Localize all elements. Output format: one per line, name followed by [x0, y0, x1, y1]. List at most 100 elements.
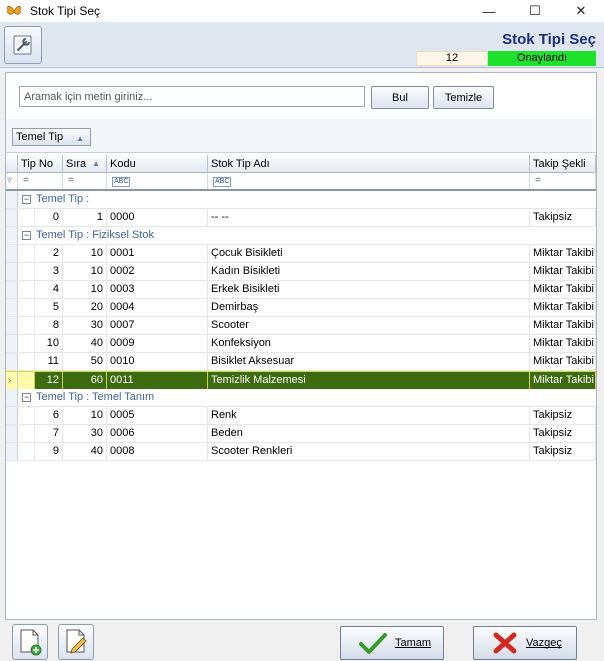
group-indent — [18, 372, 35, 389]
cancel-button[interactable]: Vazgeç — [473, 626, 577, 660]
filter-tip-no[interactable]: = — [18, 173, 63, 189]
search-input[interactable] — [19, 86, 365, 107]
cell-tip-no: 4 — [35, 281, 63, 298]
table-row[interactable]: 4 10 0003 Erkek Bisikleti Miktar Takibi — [6, 281, 596, 299]
cell-sira: 10 — [63, 281, 107, 298]
row-indicator — [6, 299, 18, 316]
group-indent — [18, 317, 35, 334]
group-indent — [18, 425, 35, 442]
cell-stok-tip-adi: Kadın Bisikleti — [208, 263, 530, 280]
current-row-arrow-icon: › — [8, 375, 12, 386]
table-row[interactable]: 9 40 0008 Scooter Renkleri Takipsiz — [6, 443, 596, 461]
cell-tip-no: 11 — [35, 353, 63, 370]
table-row[interactable]: 0 1 0000 -- -- Takipsiz — [6, 209, 596, 227]
cancel-label: Vazgeç — [526, 637, 562, 649]
clear-button[interactable]: Temizle — [433, 86, 494, 109]
table-row-selected[interactable]: › 12 60 0011 Temizlik Malzemesi Miktar Takibi — [6, 371, 596, 389]
cell-takip-sekli: Miktar Takibi — [530, 299, 596, 316]
group-row[interactable]: − Temel Tip : — [6, 191, 596, 209]
cell-kodu: 0001 — [107, 245, 208, 262]
close-button[interactable]: ✕ — [558, 0, 604, 22]
collapse-icon[interactable]: − — [22, 195, 31, 204]
collapse-icon[interactable]: − — [22, 231, 31, 240]
cell-sira: 1 — [63, 209, 107, 226]
cell-tip-no: 10 — [35, 335, 63, 352]
maximize-button[interactable]: ☐ — [512, 0, 558, 22]
filter-takip-sekli[interactable]: = — [530, 173, 596, 189]
row-indicator — [6, 209, 18, 226]
group-row[interactable]: − Temel Tip : Temel Tanım — [6, 389, 596, 407]
cell-takip-sekli: Takipsiz — [530, 209, 596, 226]
window-title: Stok Tipi Seç — [30, 4, 101, 18]
table-row[interactable]: 11 50 0010 Bisiklet Aksesuar Miktar Takibi — [6, 353, 596, 371]
row-indicator: › — [6, 372, 18, 389]
row-indicator — [6, 317, 18, 334]
cell-stok-tip-adi: Scooter Renkleri — [208, 443, 530, 460]
minimize-button[interactable]: — — [466, 0, 512, 22]
group-indent — [18, 281, 35, 298]
column-header-stok-tip-adi[interactable]: Stok Tip Adı — [208, 155, 530, 173]
table-row[interactable]: 2 10 0001 Çocuk Bisikleti Miktar Takibi — [6, 245, 596, 263]
row-indicator — [6, 227, 18, 244]
table-row[interactable]: 10 40 0009 Konfeksiyon Miktar Takibi — [6, 335, 596, 353]
content-panel: Bul Temizle Temel Tip ▲ Tip No Sıra ▲ Ko… — [5, 72, 597, 620]
group-indent — [18, 263, 35, 280]
group-by-chip[interactable]: Temel Tip ▲ — [12, 128, 91, 146]
cell-sira: 20 — [63, 299, 107, 316]
cell-tip-no: 5 — [35, 299, 63, 316]
form-header: Stok Tipi Seç 12 Onaylandı — [0, 22, 604, 68]
new-document-icon — [20, 629, 42, 656]
cell-stok-tip-adi: Erkek Bisikleti — [208, 281, 530, 298]
ok-button[interactable]: Tamam — [340, 626, 444, 660]
table-row[interactable]: 6 10 0005 Renk Takipsiz — [6, 407, 596, 425]
cell-sira: 30 — [63, 317, 107, 334]
grid-rows: − Temel Tip :0 1 0000 -- -- Takipsiz − Temel Ti… — [6, 191, 596, 461]
tools-button[interactable] — [4, 26, 42, 64]
sort-asc-icon: ▲ — [76, 134, 84, 143]
group-indent — [18, 353, 35, 370]
column-header-sira[interactable]: Sıra ▲ — [63, 155, 107, 173]
collapse-icon[interactable]: − — [22, 393, 31, 402]
grid-header: Tip No Sıra ▲ Kodu Stok Tip Adı Takip Şe… — [6, 155, 596, 173]
table-row[interactable]: 5 20 0004 Demirbaş Miktar Takibi — [6, 299, 596, 317]
wrench-icon — [13, 35, 32, 55]
cell-stok-tip-adi: Demirbaş — [208, 299, 530, 316]
cell-kodu: 0011 — [107, 372, 208, 389]
cell-stok-tip-adi: Bisiklet Aksesuar — [208, 353, 530, 370]
cell-takip-sekli: Takipsiz — [530, 407, 596, 424]
header-title: Stok Tipi Seç — [502, 31, 596, 48]
indicator-header — [6, 155, 18, 173]
row-indicator — [6, 191, 18, 208]
filter-sira[interactable]: = — [63, 173, 107, 189]
cell-tip-no: 8 — [35, 317, 63, 334]
group-by-label: Temel Tip — [16, 131, 64, 143]
new-record-button[interactable] — [12, 624, 48, 660]
filter-kodu[interactable]: ABC — [107, 173, 208, 189]
table-row[interactable]: 8 30 0007 Scooter Miktar Takibi — [6, 317, 596, 335]
row-indicator — [6, 335, 18, 352]
cell-stok-tip-adi: Çocuk Bisikleti — [208, 245, 530, 262]
filter-stok-tip-adi[interactable]: ABC — [208, 173, 530, 189]
group-label: Temel Tip : — [36, 193, 90, 205]
cell-takip-sekli: Miktar Takibi — [530, 372, 596, 389]
cell-sira: 60 — [63, 372, 107, 389]
table-row[interactable]: 3 10 0002 Kadın Bisikleti Miktar Takibi — [6, 263, 596, 281]
cell-stok-tip-adi: -- -- — [208, 209, 530, 226]
cell-stok-tip-adi: Temizlik Malzemesi — [208, 372, 530, 389]
cross-icon — [493, 632, 517, 654]
cell-takip-sekli: Takipsiz — [530, 425, 596, 442]
cell-kodu: 0004 — [107, 299, 208, 316]
row-indicator — [6, 245, 18, 262]
filter-row: ▿ = = ABC ABC = — [6, 173, 596, 191]
column-header-takip-sekli[interactable]: Takip Şekli — [530, 155, 596, 173]
group-row[interactable]: − Temel Tip : Fiziksel Stok — [6, 227, 596, 245]
column-header-kodu[interactable]: Kodu — [107, 155, 208, 173]
table-row[interactable]: 7 30 0006 Beden Takipsiz — [6, 425, 596, 443]
group-indent — [18, 407, 35, 424]
edit-record-button[interactable] — [58, 624, 94, 660]
find-button[interactable]: Bul — [371, 86, 429, 109]
column-header-tip-no[interactable]: Tip No — [18, 155, 63, 173]
filter-icon[interactable]: ▿ — [6, 173, 18, 189]
cell-sira: 10 — [63, 407, 107, 424]
butterfly-app-icon — [6, 3, 22, 19]
